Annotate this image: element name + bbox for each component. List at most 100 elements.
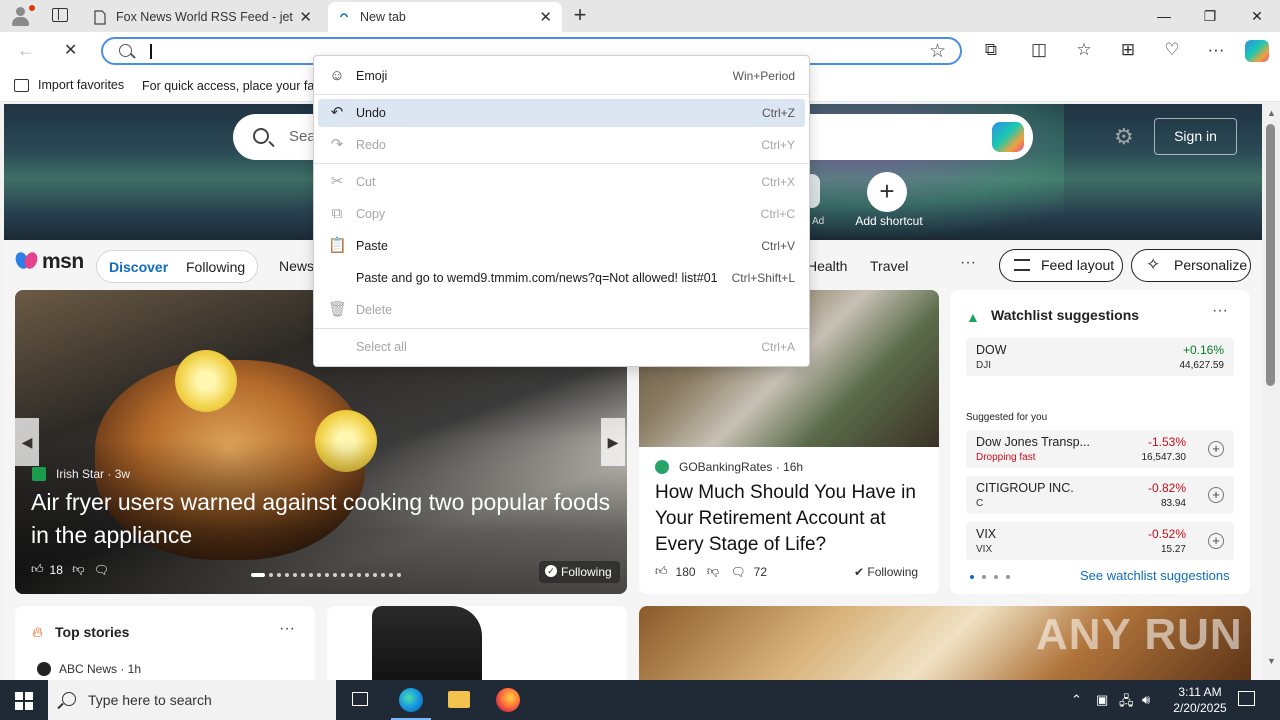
- sign-in-button[interactable]: Sign in: [1154, 118, 1237, 155]
- settings-more-icon[interactable]: ···: [1204, 40, 1228, 60]
- task-view-button[interactable]: [336, 680, 384, 720]
- add-to-watchlist-icon[interactable]: +: [1208, 441, 1224, 457]
- like-count: 180: [675, 564, 696, 579]
- firefox-icon: [496, 688, 520, 712]
- tab-discover[interactable]: Discover: [109, 259, 168, 275]
- nav-link-news[interactable]: News: [279, 258, 314, 274]
- msn-logo[interactable]: msn: [13, 250, 84, 274]
- menu-item-cut[interactable]: ✂ Cut Ctrl+X: [318, 168, 805, 196]
- stock-price: 44,627.59: [1179, 360, 1225, 371]
- menu-item-select-all[interactable]: Select all Ctrl+A: [318, 333, 805, 361]
- taskbar-clock[interactable]: 3:11 AM 2/20/2025: [1160, 684, 1240, 716]
- personalize-button[interactable]: ✧ Personalize: [1131, 249, 1251, 282]
- tray-device-icon[interactable]: ▣: [1096, 692, 1108, 708]
- tray-volume-icon[interactable]: 🔊︎: [1142, 692, 1150, 708]
- page-scrollbar[interactable]: ▲ ▼: [1262, 104, 1280, 680]
- stop-loading-icon[interactable]: ✕: [64, 40, 77, 60]
- carousel-prev-button[interactable]: ◀: [15, 418, 39, 466]
- menu-divider: [314, 328, 809, 329]
- following-badge[interactable]: Following: [539, 561, 620, 583]
- favorite-star-icon[interactable]: ☆: [929, 40, 946, 63]
- more-options-icon[interactable]: ···: [1212, 302, 1228, 320]
- close-window-button[interactable]: ✕: [1234, 0, 1280, 32]
- menu-item-paste[interactable]: 📋 Paste Ctrl+V: [318, 232, 805, 260]
- taskbar-explorer-button[interactable]: [435, 680, 483, 720]
- menu-item-emoji[interactable]: ☺ Emoji Win+Period: [318, 62, 805, 90]
- feed-layout-button[interactable]: Feed layout: [999, 249, 1123, 282]
- page-settings-gear-icon[interactable]: ⚙: [1114, 124, 1134, 150]
- import-favorites-button[interactable]: Import favorites: [14, 78, 124, 92]
- new-tab-button[interactable]: +: [570, 4, 590, 26]
- stock-price: 83.94: [1160, 498, 1186, 509]
- add-to-watchlist-icon[interactable]: +: [1208, 487, 1224, 503]
- following-badge[interactable]: ✔ Following: [854, 565, 918, 579]
- tab-following[interactable]: Following: [186, 259, 245, 275]
- scroll-thumb[interactable]: [1266, 124, 1275, 386]
- start-windows-icon[interactable]: [0, 680, 48, 720]
- taskbar-edge-button[interactable]: [387, 680, 435, 720]
- add-to-watchlist-icon[interactable]: +: [1208, 533, 1224, 549]
- sparkle-icon: ✧: [1146, 255, 1161, 274]
- thumbs-down-icon[interactable]: 👎︎: [704, 564, 719, 579]
- favorites-icon[interactable]: ☆: [1072, 40, 1096, 60]
- tab-fox-news[interactable]: Fox News World RSS Feed - jet-ai ✕: [84, 2, 322, 32]
- collections-icon[interactable]: ⊞: [1116, 40, 1140, 60]
- tray-chevron-up-icon[interactable]: ⌃: [1071, 692, 1082, 708]
- menu-item-copy[interactable]: ⧉ Copy Ctrl+C: [318, 200, 805, 228]
- nav-more-icon[interactable]: ···: [960, 254, 976, 272]
- story-headline[interactable]: How Much Should You Have in Your Retirem…: [655, 480, 929, 558]
- edge-icon: [399, 688, 423, 712]
- menu-item-delete[interactable]: 🗑 Delete: [318, 296, 805, 324]
- menu-item-redo[interactable]: ↷ Redo Ctrl+Y: [318, 131, 805, 159]
- source-logo-icon: [32, 467, 46, 481]
- suggested-label: Suggested for you: [966, 412, 1048, 423]
- thumbs-up-icon[interactable]: 👍︎: [31, 562, 44, 577]
- story-card[interactable]: [327, 606, 627, 680]
- browser-essentials-icon[interactable]: ♡: [1160, 40, 1184, 60]
- profile-avatar-icon[interactable]: [6, 2, 35, 30]
- stock-trend-icon: ▲: [966, 309, 980, 325]
- scroll-down-icon[interactable]: ▼: [1267, 656, 1276, 666]
- see-watchlist-link[interactable]: See watchlist suggestions: [1080, 568, 1230, 583]
- notifications-icon[interactable]: [1238, 691, 1255, 706]
- menu-item-undo[interactable]: ↶ Undo Ctrl+Z: [318, 99, 805, 127]
- tab-title: New tab: [360, 10, 406, 24]
- source-logo-icon: [655, 460, 669, 474]
- nav-link-travel[interactable]: Travel: [870, 258, 908, 274]
- extensions-icon[interactable]: ⧉: [979, 40, 1003, 60]
- back-arrow-icon[interactable]: ←: [17, 40, 35, 61]
- tab-new-tab[interactable]: New tab ✕: [328, 2, 562, 32]
- taskbar-search-box[interactable]: Type here to search: [48, 680, 336, 720]
- carousel-next-button[interactable]: ▶: [601, 418, 625, 466]
- story-headline[interactable]: Air fryer users warned against cooking t…: [31, 486, 611, 552]
- tray-network-icon[interactable]: 🖧︎: [1119, 692, 1134, 714]
- copilot-icon[interactable]: [1245, 40, 1269, 62]
- search-icon: [253, 128, 269, 144]
- minimize-button[interactable]: —: [1141, 0, 1187, 32]
- taskbar-firefox-button[interactable]: [484, 680, 532, 720]
- watchlist-title: Watchlist suggestions: [991, 307, 1140, 323]
- comment-icon[interactable]: 🗨︎: [727, 565, 745, 579]
- stock-row[interactable]: VIX VIX -0.52% 15.27 +: [966, 522, 1234, 560]
- add-shortcut-button[interactable]: +: [867, 172, 907, 212]
- split-screen-icon[interactable]: ◫: [1027, 40, 1051, 60]
- loading-icon: [340, 12, 348, 17]
- tab-close-icon[interactable]: ✕: [539, 8, 552, 26]
- stock-row[interactable]: Dow Jones Transp... Dropping fast -1.53%…: [966, 430, 1234, 468]
- story-source: Irish Star · 3w: [32, 467, 130, 481]
- thumbs-up-icon[interactable]: 👍︎: [655, 564, 668, 579]
- nav-link-health[interactable]: Health: [807, 258, 847, 274]
- scroll-up-icon[interactable]: ▲: [1267, 108, 1276, 118]
- tab-close-icon[interactable]: ✕: [299, 8, 312, 26]
- comment-icon[interactable]: 🗨︎: [90, 563, 109, 577]
- thumbs-down-icon[interactable]: 👎︎: [69, 562, 84, 577]
- menu-item-paste-and-go[interactable]: Paste and go to wemd9.tmmim.com/news?q=N…: [318, 264, 805, 292]
- maximize-button[interactable]: ❐: [1187, 0, 1233, 32]
- copilot-icon[interactable]: [992, 122, 1024, 152]
- feed-tab-group: Discover Following: [96, 250, 258, 283]
- stock-row-dow[interactable]: DOW DJI +0.16% 44,627.59: [966, 338, 1234, 376]
- more-options-icon[interactable]: ···: [279, 620, 295, 638]
- story-source[interactable]: ABC News · 1h: [59, 662, 141, 676]
- tab-actions-menu-icon[interactable]: [52, 8, 68, 22]
- stock-row[interactable]: CITIGROUP INC. C -0.82% 83.94 +: [966, 476, 1234, 514]
